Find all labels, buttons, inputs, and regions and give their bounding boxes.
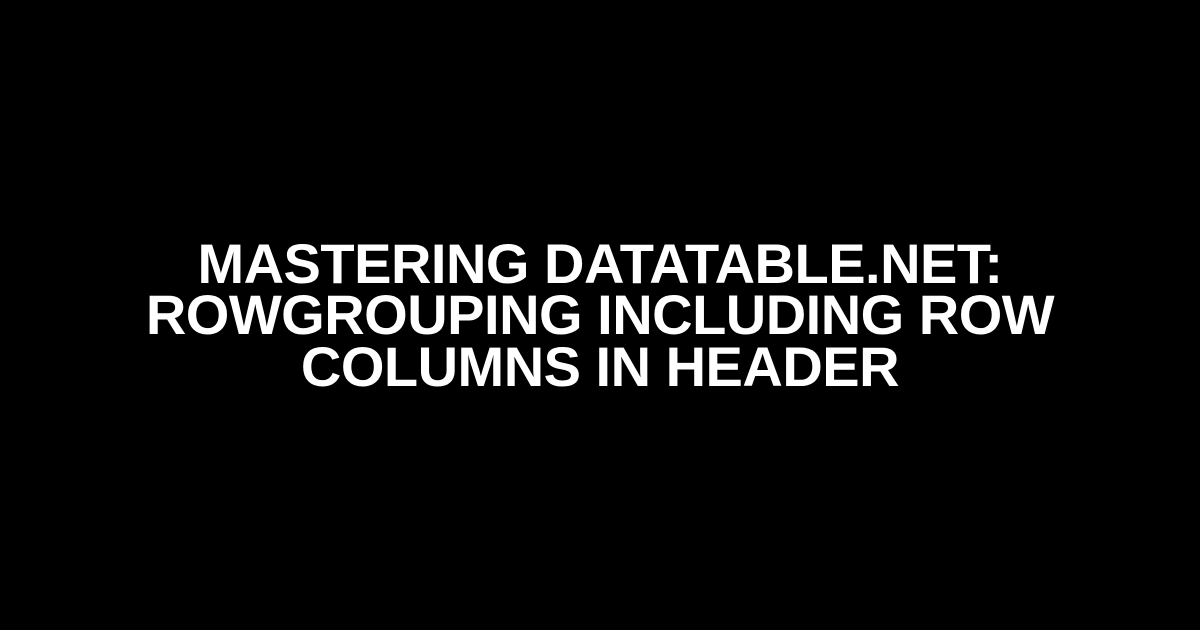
page-title: Mastering DataTable.net: RowGrouping inc… xyxy=(0,238,1200,393)
